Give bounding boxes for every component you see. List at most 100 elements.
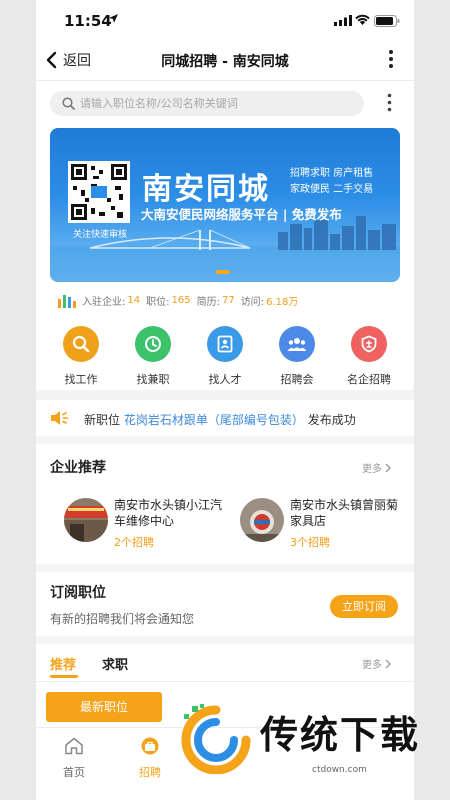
people-icon (287, 338, 307, 351)
section-gap (36, 390, 414, 400)
company-avatar (64, 498, 108, 542)
category-grid: 找工作 找兼职 找人才 招聘会 名企招聘 (36, 326, 414, 386)
stat-visits-label: 访问: (240, 297, 265, 308)
tabbar-jobs-label: 招聘 (139, 766, 161, 779)
company-job-count: 2个招聘 (114, 536, 154, 549)
status-bar: 11:54 (36, 0, 414, 40)
stats-row: 入驻企业: 14 职位: 165 简历: 77 访问: 6.18万 (58, 293, 304, 308)
tabbar-home-label: 首页 (63, 766, 85, 779)
notice-job-link[interactable]: 花岗岩石材跟单（尾部编号包装） (124, 413, 304, 427)
banner-page-indicator[interactable] (216, 270, 230, 274)
nav-divider (36, 80, 414, 81)
status-time: 11:54 (64, 12, 112, 30)
notice-suffix: 发布成功 (307, 413, 356, 427)
watermark: 传统下载 ctdown.com (180, 704, 418, 780)
category-part-time[interactable]: 找兼职 (117, 326, 189, 387)
chevron-right-icon (385, 463, 391, 472)
category-find-talent[interactable]: 找人才 (189, 326, 261, 387)
tabs-divider (36, 681, 414, 682)
tab-active-indicator (50, 675, 78, 678)
speaker-icon (51, 411, 69, 425)
subscribe-description: 有新的招聘我们将会通知您 (50, 612, 195, 626)
category-icon-bg (207, 326, 243, 362)
tabbar-jobs[interactable]: 招聘 (120, 737, 180, 780)
resume-icon (217, 335, 233, 353)
tab-recommend[interactable]: 推荐 (50, 654, 76, 673)
category-enterprise[interactable]: 名企招聘 (333, 326, 405, 387)
category-label: 找人才 (208, 373, 242, 386)
section-gap (36, 636, 414, 644)
phone-screen: 11:54 返回 同城招聘 - 南安同城 请输入职位名称/公司名称关键词 关注快… (36, 0, 414, 800)
category-find-job[interactable]: 找工作 (45, 326, 117, 387)
qr-code-pattern (71, 164, 127, 220)
company-card[interactable]: 南安市水头镇曾丽菊家具店 3个招聘 (240, 495, 410, 555)
stat-resumes-label: 简历: (196, 297, 220, 308)
promo-banner[interactable]: 关注快速审核 南安同城 招聘求职 房产租售 家政便民 二手交易 大南安便民网络服… (50, 128, 400, 282)
notice-text: 新职位 花岗岩石材跟单（尾部编号包装） 发布成功 (84, 411, 356, 428)
chevron-right-icon (385, 659, 391, 668)
qr-caption: 关注快速审核 (72, 230, 127, 240)
qr-code (68, 161, 130, 223)
clock-icon (145, 336, 161, 352)
company-name: 南安市水头镇曾丽菊家具店 (290, 498, 399, 528)
wifi-icon (355, 14, 370, 25)
category-label: 找工作 (64, 373, 98, 386)
battery-icon (374, 15, 400, 27)
banner-slogan: 大南安便民网络服务平台 | 免费发布 (141, 207, 342, 222)
cellular-signal-icon (334, 15, 352, 26)
company-avatar-image (240, 498, 284, 542)
notice-bar[interactable]: 新职位 花岗岩石材跟单（尾部编号包装） 发布成功 (36, 400, 414, 436)
company-job-count: 3个招聘 (290, 536, 330, 549)
category-label: 招聘会 (280, 373, 314, 386)
search-icon (72, 335, 90, 353)
stat-jobs-label: 职位: (146, 297, 170, 308)
more-label: 更多 (362, 464, 382, 475)
company-section-title: 企业推荐 (50, 460, 106, 476)
category-icon-bg (135, 326, 171, 362)
newest-jobs-button[interactable]: 最新职位 (46, 692, 162, 722)
category-icon-bg (63, 326, 99, 362)
search-input[interactable] (80, 91, 350, 116)
company-name: 南安市水头镇小江汽车维修中心 (114, 498, 223, 528)
tabbar-home[interactable]: 首页 (44, 737, 104, 780)
category-icon-bg (351, 326, 387, 362)
home-icon (65, 737, 83, 755)
stat-resumes-value: 77 (221, 295, 235, 306)
company-more-link[interactable]: 更多 (362, 460, 392, 475)
subscribe-title: 订阅职位 (50, 585, 106, 601)
watermark-logo (181, 704, 251, 774)
banner-tags: 招聘求职 房产租售 家政便民 二手交易 (290, 166, 373, 198)
watermark-url: ctdown.com (312, 765, 367, 775)
search-icon (62, 97, 75, 110)
location-arrow-icon (109, 14, 118, 23)
category-label: 找兼职 (136, 373, 170, 386)
company-avatar (240, 498, 284, 542)
stat-visits-value: 6.18万 (266, 297, 299, 308)
company-avatar-image (64, 498, 108, 542)
search-bar (50, 91, 364, 116)
bar-chart-icon (58, 294, 76, 308)
page-title: 同城招聘 - 南安同城 (161, 54, 289, 70)
tabs-more-link[interactable]: 更多 (362, 656, 392, 671)
jobs-briefcase-icon (141, 737, 159, 755)
banner-brand: 南安同城 (142, 172, 270, 207)
banner-tag-line-1: 招聘求职 房产租售 (290, 168, 374, 179)
banner-tag-line-2: 家政便民 二手交易 (290, 184, 374, 195)
more-label: 更多 (362, 660, 382, 671)
notice-prefix: 新职位 (84, 413, 121, 427)
tab-seeking[interactable]: 求职 (102, 654, 128, 673)
company-card[interactable]: 南安市水头镇小江汽车维修中心 2个招聘 (64, 495, 234, 555)
stat-companies-value: 14 (127, 295, 141, 306)
subscribe-button[interactable]: 立即订阅 (330, 595, 398, 618)
navigation-bar: 返回 同城招聘 - 南安同城 (36, 42, 414, 78)
watermark-text: 传统下载 (260, 713, 421, 757)
category-job-fair[interactable]: 招聘会 (261, 326, 333, 387)
category-label: 名企招聘 (347, 373, 391, 386)
more-vertical-icon[interactable] (388, 49, 394, 69)
category-icon-bg (279, 326, 315, 362)
section-gap (36, 564, 414, 572)
stat-jobs-value: 165 (171, 295, 191, 306)
section-gap (36, 436, 414, 444)
search-more-icon[interactable] (387, 93, 392, 112)
stat-companies-label: 入驻企业: (82, 297, 126, 308)
